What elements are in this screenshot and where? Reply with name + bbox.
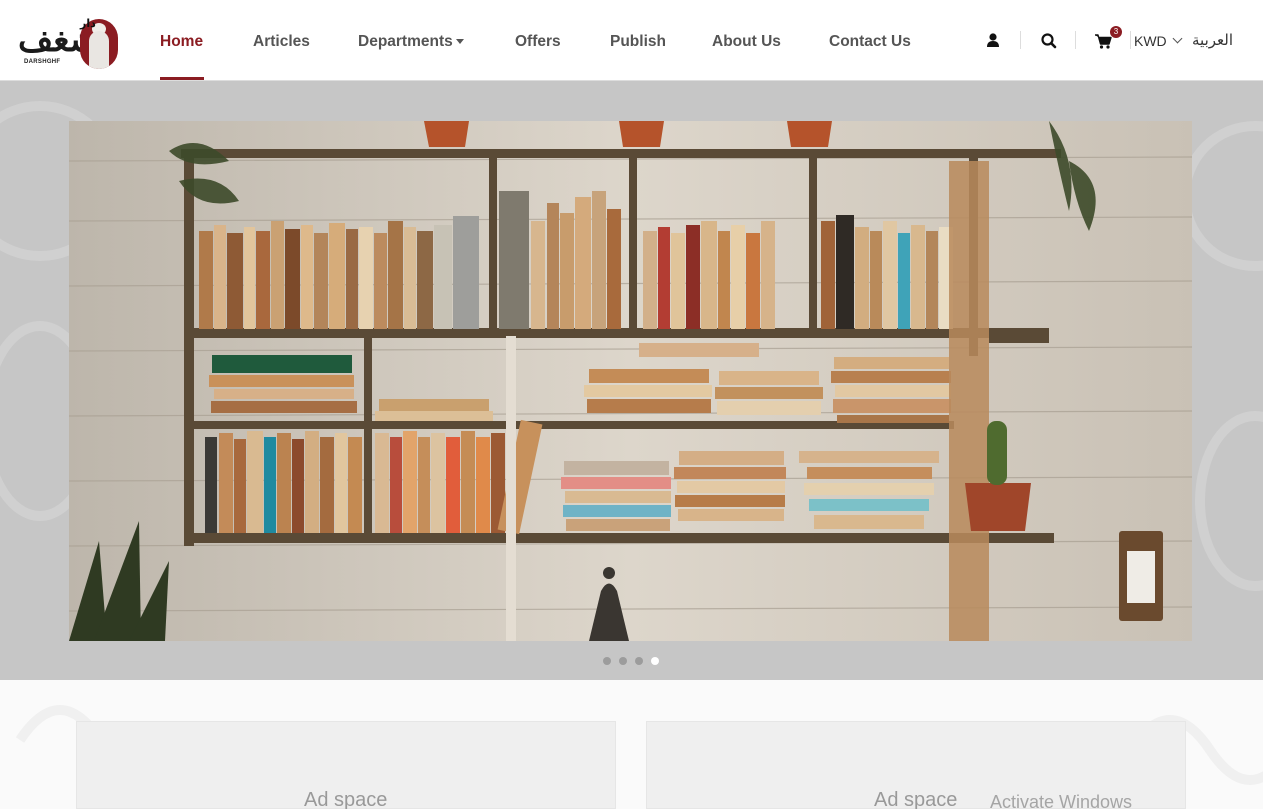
chevron-down-icon	[1172, 33, 1183, 44]
site-header: شغف دار DARSHGHF Home Articles Departmen…	[0, 0, 1263, 81]
nav-articles[interactable]: Articles	[253, 33, 310, 51]
nav-home[interactable]: Home	[160, 33, 203, 51]
caret-down-icon	[455, 39, 464, 44]
os-activation-watermark: Activate Windows	[990, 792, 1133, 809]
nav-active-indicator	[160, 77, 204, 80]
nav-about-us[interactable]: About Us	[712, 33, 781, 51]
currency-selector[interactable]: KWD	[1134, 33, 1167, 49]
divider	[1130, 31, 1131, 49]
site-logo[interactable]: شغف دار DARSHGHF	[18, 17, 120, 71]
carousel-dot[interactable]	[619, 657, 627, 665]
ad-label-left: Ad space	[304, 789, 388, 809]
logo-figure	[89, 31, 109, 69]
search-icon[interactable]	[1039, 28, 1059, 54]
background-ornament	[1195, 411, 1263, 591]
carousel-dot[interactable]	[635, 657, 643, 665]
cart-count-badge: 3	[1110, 26, 1122, 38]
carousel-dot[interactable]	[603, 657, 611, 665]
nav-departments[interactable]: Departments	[358, 33, 464, 51]
logo-small-text: دار	[80, 18, 96, 30]
logo-subtitle: DARSHGHF	[24, 59, 61, 65]
nav-offers[interactable]: Offers	[515, 33, 561, 51]
background-ornament	[1180, 121, 1263, 271]
divider	[1075, 31, 1076, 49]
divider	[1020, 31, 1021, 49]
nav-publish[interactable]: Publish	[610, 33, 666, 51]
ad-label-right: Ad space	[874, 789, 958, 809]
carousel-slide-image[interactable]	[69, 121, 1192, 641]
nav-departments-label: Departments	[358, 33, 453, 50]
carousel-dot-active[interactable]	[651, 657, 659, 665]
user-icon[interactable]	[984, 28, 1002, 54]
nav-contact-us[interactable]: Contact Us	[829, 33, 911, 51]
language-switch[interactable]: العربية	[1192, 31, 1233, 49]
